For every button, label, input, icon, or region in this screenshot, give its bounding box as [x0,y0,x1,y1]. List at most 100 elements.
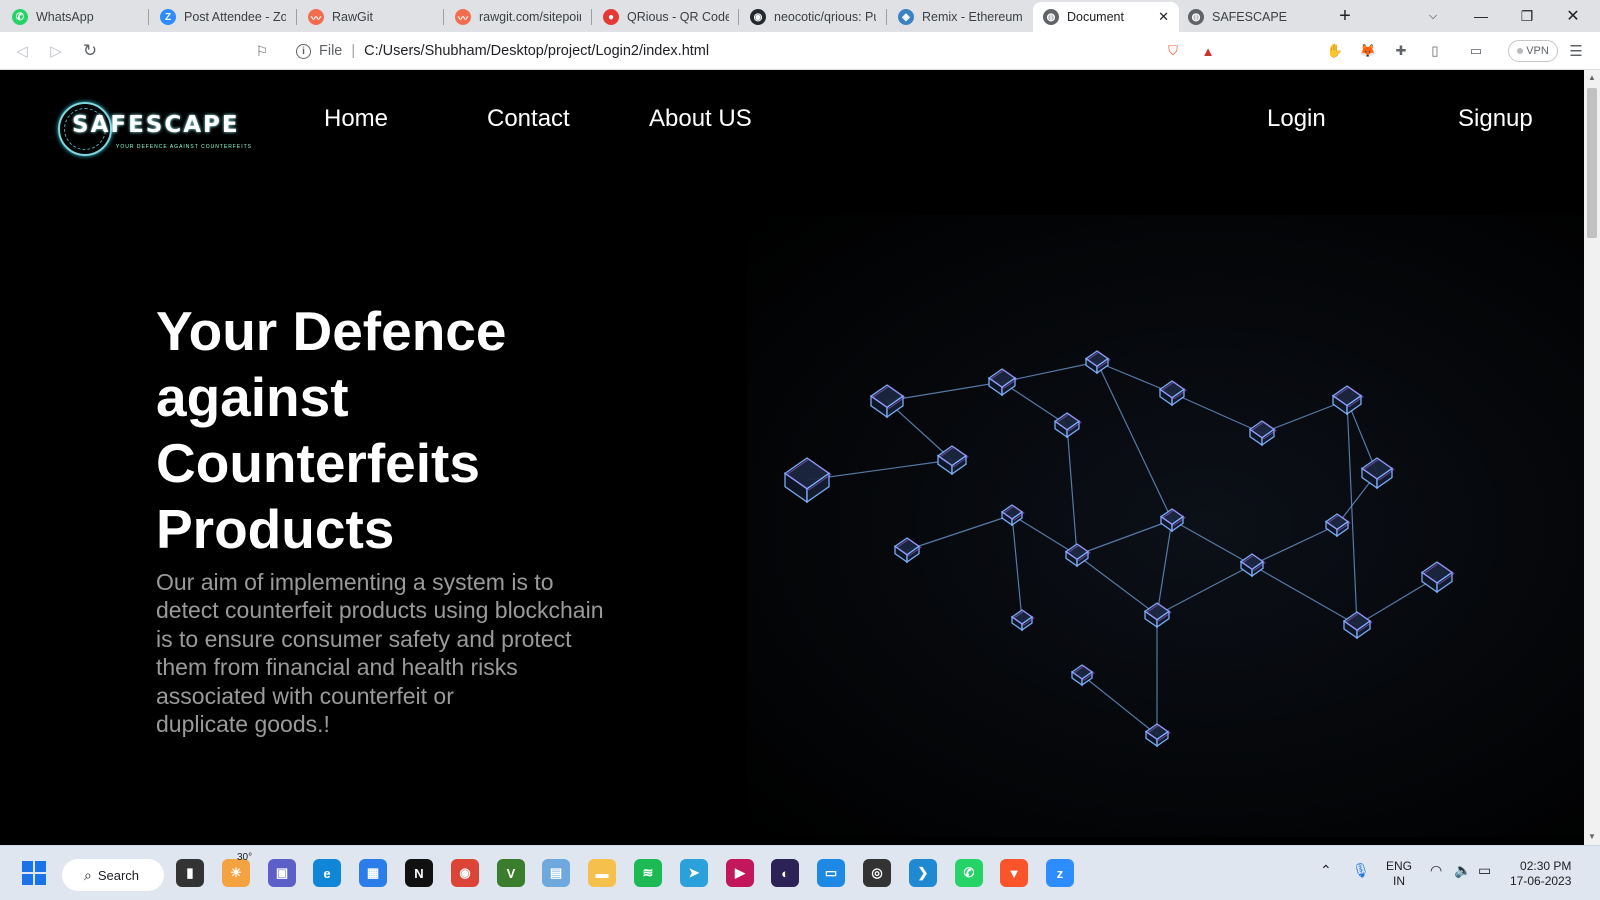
nav-home[interactable]: Home [324,105,388,133]
extensions-puzzle-icon[interactable]: ✚ [1391,41,1411,61]
restore-button[interactable]: ❐ [1504,0,1550,32]
photos-icon[interactable]: ▤ [542,859,570,887]
network-link [1171,392,1263,434]
language-indicator[interactable]: ENG IN [1386,859,1412,889]
microphone-icon[interactable]: 🎙 [1352,862,1370,879]
brave-shield-icon[interactable]: ⛉ [1163,41,1183,61]
vscode-icon[interactable]: ❯ [909,859,937,887]
netflix-icon[interactable]: N [405,859,433,887]
address-divider: | [351,43,356,59]
network-link [1096,361,1173,521]
tab-separator [886,9,887,25]
nav-signup[interactable]: Signup [1458,105,1533,133]
address-scheme-label: File [319,43,343,59]
weather-icon[interactable]: ☀ [222,859,250,887]
tray-overflow-icon[interactable]: ⌃ [1320,862,1332,879]
windows-start-icon[interactable] [20,859,48,887]
address-bar[interactable]: i File | C:/Users/Shubham/Desktop/projec… [286,36,1230,66]
browser-tab-label: Post Attendee - Zoo [184,10,286,24]
browser-tab[interactable]: ✆ WhatsApp [2,2,148,32]
browser-tab[interactable]: 〰 RawGit [298,2,444,32]
safescape-logo[interactable]: SAFESCAPE YOUR DEFENCE AGAINST COUNTERFE… [58,100,251,160]
zoom-icon[interactable]: z [1046,859,1074,887]
nav-login[interactable]: Login [1267,105,1326,133]
network-link [1011,514,1078,556]
network-link [1156,519,1173,616]
weather-temp: 30° [237,852,253,863]
browser-tab-label: SAFESCAPE [1212,10,1288,24]
browser-tab[interactable]: ● QRious - QR Code C [593,2,739,32]
clock[interactable]: 02:30 PM 17-06-2023 [1510,859,1571,889]
vim-icon[interactable]: V [497,859,525,887]
scroll-up-arrow[interactable]: ▲ [1588,73,1596,82]
reload-button[interactable]: ↻ [78,39,102,63]
new-tab-button[interactable]: + [1322,0,1368,32]
eclipse-icon[interactable]: ◐ [771,859,799,887]
browser-tab[interactable]: Z Post Attendee - Zoo [150,2,296,32]
wifi-icon[interactable]: ◠ [1430,862,1442,879]
telegram-icon[interactable]: ➤ [680,859,708,887]
github-icon: ◉ [750,9,766,25]
scroll-down-arrow[interactable]: ▼ [1588,832,1596,841]
nav-contact[interactable]: Contact [487,105,570,133]
spotify-icon[interactable]: ≋ [634,859,662,887]
cube-node [1084,350,1111,375]
brave-rewards-icon[interactable]: ▲ [1198,41,1218,61]
forward-button[interactable]: ▷ [44,39,68,63]
browser-tab-label: Document [1067,10,1124,24]
battery-icon[interactable]: ▭ [1478,862,1491,879]
address-url[interactable]: C:/Users/Shubham/Desktop/project/Login2/… [364,43,709,59]
github-desktop-icon[interactable]: ◎ [863,859,891,887]
cube-node [783,457,832,504]
logo-wordmark: SAFESCAPE [72,112,240,138]
metamask-icon[interactable]: 🦊 [1358,41,1378,61]
brave-icon[interactable]: ▼ [1000,859,1028,887]
cube-node [1248,420,1277,447]
hero-description-line: them from financial and health risks [156,654,518,681]
teams-icon[interactable]: ▣ [268,859,296,887]
store-icon[interactable]: ▦ [359,859,387,887]
page-scrollbar[interactable]: ▲ ▼ [1584,70,1600,845]
cube-node [1143,602,1172,629]
site-info-icon[interactable]: i [296,43,311,59]
browser-tab[interactable]: ◈ Remix - Ethereum ID [888,2,1034,32]
minimize-button[interactable]: — [1458,0,1504,32]
cube-node [1053,412,1082,439]
nav-about[interactable]: About US [649,105,752,133]
close-window-button[interactable]: ✕ [1550,0,1596,32]
media-player-icon[interactable]: ▶ [726,859,754,887]
tab-search-icon[interactable]: ⌵ [1410,0,1456,32]
wallet-icon[interactable]: ▭ [1466,41,1486,61]
cube-node [1000,504,1025,527]
browser-tab[interactable]: ◍ Document ✕ [1033,2,1179,32]
file-explorer-icon[interactable]: ▮ [176,859,204,887]
menu-icon[interactable]: ☰ [1566,41,1586,61]
edge-icon[interactable]: e [313,859,341,887]
taskbar-search[interactable]: ⌕ Search [62,859,164,891]
cube-node [1420,561,1455,594]
rawgit-icon: 〰 [455,9,471,25]
zoom-icon: Z [160,9,176,25]
sidebar-icon[interactable]: ▯ [1425,41,1445,61]
volume-icon[interactable]: 🔈 [1454,862,1471,879]
browser-tab[interactable]: 〰 rawgit.com/sitepoin [445,2,591,32]
network-link [1076,554,1158,616]
scrollbar-thumb[interactable] [1587,88,1597,238]
hero-description-line: duplicate goods.! [156,711,330,738]
network-link [1251,524,1338,566]
search-icon: ⌕ [84,866,92,883]
bookmark-icon[interactable]: ⚐ [250,39,274,63]
whatsapp-icon[interactable]: ✆ [955,859,983,887]
vpn-button[interactable]: VPN [1508,40,1558,62]
chrome-icon[interactable]: ◉ [451,859,479,887]
remote-desktop-icon[interactable]: ▭ [817,859,845,887]
extension-hand-icon[interactable]: ✋ [1325,41,1345,61]
browser-toolbar: ◁ ▷ ↻ ⚐ i File | C:/Users/Shubham/Deskto… [0,32,1600,70]
browser-tab[interactable]: ◍ SAFESCAPE [1178,2,1324,32]
back-button[interactable]: ◁ [10,39,34,63]
folder-icon[interactable]: ▬ [588,859,616,887]
browser-tab-bar: ✆ WhatsApp Z Post Attendee - Zoo 〰 RawGit 〰 raw… [0,0,1600,32]
close-tab-icon[interactable]: ✕ [1158,9,1169,25]
browser-tab[interactable]: ◉ neocotic/qrious: Pu [740,2,886,32]
logo-tagline: YOUR DEFENCE AGAINST COUNTERFEITS [116,144,252,150]
